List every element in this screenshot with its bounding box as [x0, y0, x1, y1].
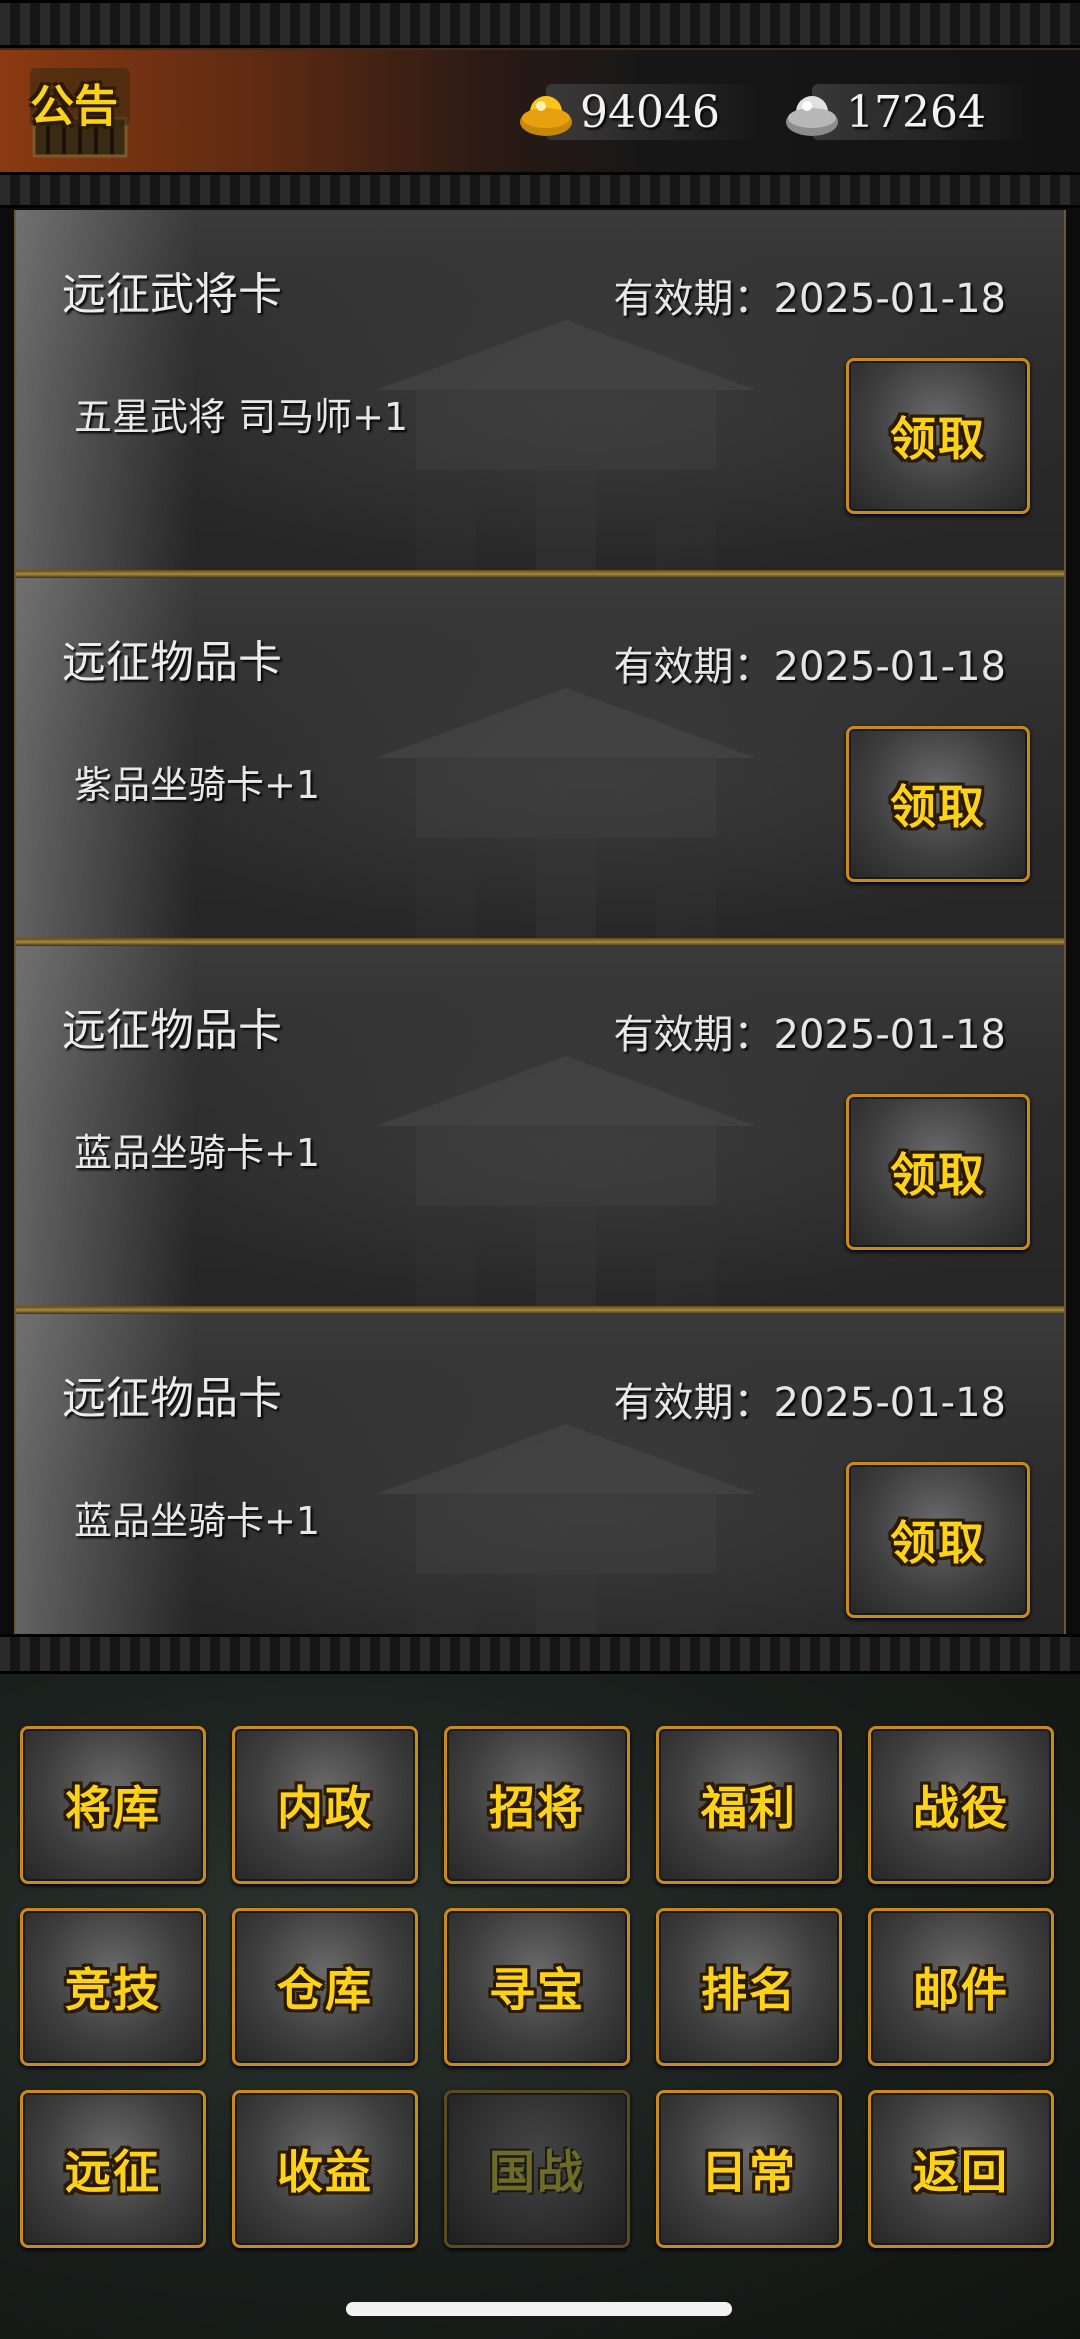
gold-ingot-icon	[520, 96, 572, 136]
menu-top-border	[0, 1634, 1080, 1674]
menu-button-general-library[interactable]: 将库	[20, 1726, 206, 1884]
header-bar: 公告 94046 17264	[0, 48, 1080, 176]
menu-button-internal-affairs[interactable]: 内政	[232, 1726, 418, 1884]
claim-button-label: 领取	[890, 1516, 986, 1570]
menu-button-label: 竞技	[65, 1963, 161, 2017]
claim-button-label: 领取	[890, 1148, 986, 1202]
menu-button-label: 内政	[277, 1781, 373, 1835]
menu-button-label: 日常	[701, 2145, 797, 2199]
menu-button-campaign[interactable]: 战役	[868, 1726, 1054, 1884]
header-bottom-border	[0, 172, 1080, 208]
gold-amount: 94046	[580, 86, 720, 138]
menu-button-label: 战役	[913, 1781, 1009, 1835]
silver-ingot-icon	[786, 96, 838, 136]
menu-button-expedition[interactable]: 远征	[20, 2090, 206, 2248]
menu-button-ranking[interactable]: 排名	[656, 1908, 842, 2066]
palace-background-image	[376, 1424, 756, 1634]
menu-button-label: 将库	[65, 1781, 161, 1835]
card-title: 远征武将卡	[62, 269, 282, 320]
menu-button-mail[interactable]: 邮件	[868, 1908, 1054, 2066]
reward-card: 远征物品卡 有效期：2025-01-18 蓝品坐骑卡+1 领取	[14, 1314, 1066, 1634]
claim-button[interactable]: 领取	[846, 1462, 1030, 1618]
card-title: 远征物品卡	[62, 637, 282, 688]
silver-amount: 17264	[846, 86, 986, 138]
menu-button-warehouse[interactable]: 仓库	[232, 1908, 418, 2066]
menu-button-back[interactable]: 返回	[868, 2090, 1054, 2248]
menu-button-label: 返回	[913, 2145, 1009, 2199]
card-expiry-date: 有效期：2025-01-18	[613, 1012, 1006, 1058]
claim-button[interactable]: 领取	[846, 726, 1030, 882]
card-expiry-date: 有效期：2025-01-18	[613, 1380, 1006, 1426]
menu-button-recruit[interactable]: 招将	[444, 1726, 630, 1884]
menu-button-label: 远征	[65, 2145, 161, 2199]
palace-background-image	[376, 320, 756, 578]
menu-button-label: 寻宝	[489, 1963, 585, 2017]
reward-card: 远征物品卡 有效期：2025-01-18 蓝品坐骑卡+1 领取	[14, 946, 1066, 1314]
menu-button-income[interactable]: 收益	[232, 2090, 418, 2248]
menu-button-label: 仓库	[277, 1963, 373, 2017]
menu-button-daily[interactable]: 日常	[656, 2090, 842, 2248]
menu-button-label: 收益	[277, 2145, 373, 2199]
palace-background-image	[376, 1056, 756, 1314]
claim-button[interactable]: 领取	[846, 1094, 1030, 1250]
main-menu: 将库 内政 招将 福利 战役 竞技 仓库 寻宝 排名 邮件 远征 收益 国战 日…	[0, 1674, 1080, 2339]
menu-button-label: 排名	[701, 1963, 797, 2017]
menu-button-label: 国战	[489, 2145, 585, 2199]
menu-button-arena[interactable]: 竞技	[20, 1908, 206, 2066]
card-reward-text: 蓝品坐骑卡+1	[74, 1131, 321, 1175]
reward-card: 远征武将卡 有效期：2025-01-18 五星武将 司马师+1 领取	[14, 210, 1066, 578]
card-title: 远征物品卡	[62, 1005, 282, 1056]
card-reward-text: 五星武将 司马师+1	[74, 395, 409, 439]
gold-currency: 94046	[516, 80, 756, 144]
menu-button-treasure-hunt[interactable]: 寻宝	[444, 1908, 630, 2066]
claim-button-label: 领取	[890, 780, 986, 834]
notice-label: 公告	[30, 81, 118, 132]
silver-currency: 17264	[782, 80, 1022, 144]
menu-button-label: 福利	[701, 1781, 797, 1835]
menu-grid: 将库 内政 招将 福利 战役 竞技 仓库 寻宝 排名 邮件 远征 收益 国战 日…	[20, 1726, 1060, 2248]
top-decorative-border	[0, 0, 1080, 48]
menu-button-label: 招将	[489, 1781, 585, 1835]
card-reward-text: 蓝品坐骑卡+1	[74, 1499, 321, 1543]
palace-background-image	[376, 688, 756, 946]
card-expiry-date: 有效期：2025-01-18	[613, 276, 1006, 322]
reward-card: 远征物品卡 有效期：2025-01-18 紫品坐骑卡+1 领取	[14, 578, 1066, 946]
menu-button-welfare[interactable]: 福利	[656, 1726, 842, 1884]
menu-button-national-war: 国战	[444, 2090, 630, 2248]
card-reward-text: 紫品坐骑卡+1	[74, 763, 321, 807]
claim-button[interactable]: 领取	[846, 358, 1030, 514]
notice-button[interactable]: 公告	[28, 62, 132, 162]
home-indicator[interactable]	[346, 2302, 732, 2316]
reward-list[interactable]: 远征武将卡 有效期：2025-01-18 五星武将 司马师+1 领取 远征物品卡…	[14, 210, 1066, 1634]
card-title: 远征物品卡	[62, 1373, 282, 1424]
claim-button-label: 领取	[890, 412, 986, 466]
menu-button-label: 邮件	[913, 1963, 1009, 2017]
card-expiry-date: 有效期：2025-01-18	[613, 644, 1006, 690]
